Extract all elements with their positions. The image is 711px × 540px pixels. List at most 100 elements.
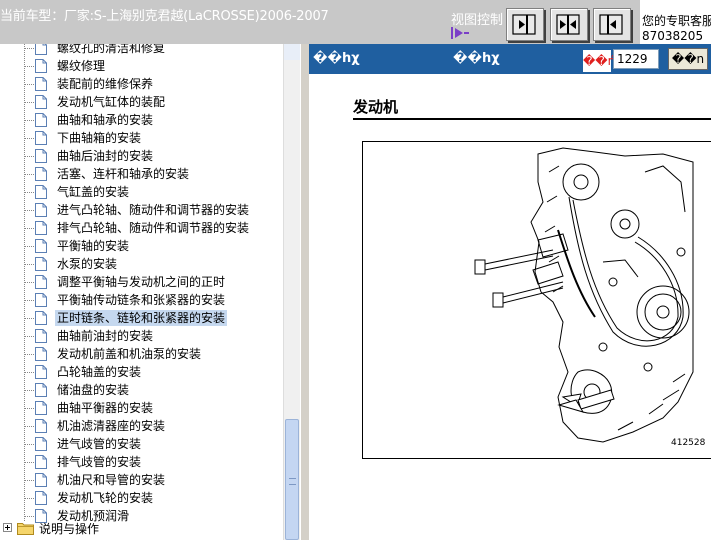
tree-item-label: 正时链条、链轮和张紧器的安装 [55,310,228,326]
customer-service-label: 您的专职客服 [642,14,711,28]
expand-plus-icon[interactable] [3,523,12,532]
tree-connector-branch [25,408,34,409]
tree-item[interactable]: 发动机气缸体的装配 [0,93,283,111]
document-area: 发动机 412528 [309,74,711,540]
tree-item[interactable]: 发动机前盖和机油泵的安装 [0,345,283,363]
tree-connector-branch [25,174,34,175]
document-icon [35,419,47,433]
show-left-panel-button[interactable] [506,8,544,41]
tree-item[interactable]: 曲轴平衡器的安装 [0,399,283,417]
document-icon [35,257,47,271]
tree-item[interactable]: 平衡轴传动链条和张紧器的安装 [0,291,283,309]
tree-item-label: 凸轮轴盖的安装 [57,365,142,379]
tree-item[interactable]: 装配前的维修保养 [0,75,283,93]
page-number-input[interactable] [613,49,659,69]
tree-item[interactable]: 曲轴和轴承的安装 [0,111,283,129]
tree-item[interactable]: 水泵的安装 [0,255,283,273]
content-toolbar: ��hχ ��hχ ��ή ��n [309,44,711,74]
tree-item-label: 曲轴前油封的安装 [57,329,154,343]
show-both-panels-button[interactable] [550,8,588,41]
go-to-page-button[interactable]: ��n [668,48,708,70]
tree-item[interactable]: 机油滤清器座的安装 [0,417,283,435]
tree-item-label: 调整平衡轴与发动机之间的正时 [57,275,226,289]
tree-connector-branch [25,300,34,301]
document-icon [35,239,47,253]
tree-item[interactable]: 排气歧管的安装 [0,453,283,471]
document-icon [35,77,47,91]
document-icon [35,437,47,451]
document-icon [35,455,47,469]
tree-connector-branch [25,192,34,193]
tree-item[interactable]: 调整平衡轴与发动机之间的正时 [0,273,283,291]
figure-number: 412528 [671,438,706,448]
tree-connector-branch [25,66,34,67]
tree-item[interactable]: 气缸盖的安装 [0,183,283,201]
tree-item-label: 活塞、连杆和轴承的安装 [57,167,190,181]
tree-connector-branch [25,318,34,319]
tree-item-label: 发动机气缸体的装配 [57,95,166,109]
tree-item[interactable]: 机油尺和导管的安装 [0,471,283,489]
toolbar-middle-link[interactable]: ��hχ [453,51,500,66]
tree-item-label: 螺纹孔的清洁和修复 [57,44,166,55]
tree-item[interactable]: 螺纹孔的清洁和修复 [0,44,283,57]
tree-item[interactable]: 曲轴后油封的安装 [0,147,283,165]
tree-item[interactable]: 螺纹修理 [0,57,283,75]
tree-connector-branch [25,444,34,445]
section-title: 发动机 [353,98,399,116]
document-icon [35,383,47,397]
document-icon [35,203,47,217]
engine-figure: 412528 [362,141,711,459]
tree-connector-branch [25,84,34,85]
show-right-panel-button[interactable] [593,8,631,41]
tree-item[interactable]: 储油盘的安装 [0,381,283,399]
tree-item-label: 机油尺和导管的安装 [57,473,166,487]
tree-connector-branch [25,498,34,499]
tree-item[interactable]: 进气歧管的安装 [0,435,283,453]
tree-item[interactable]: 活塞、连杆和轴承的安装 [0,165,283,183]
tree-item[interactable]: 平衡轴的安装 [0,237,283,255]
tree-item-label: 装配前的维修保养 [57,77,154,91]
tree-item[interactable]: 下曲轴箱的安装 [0,129,283,147]
document-icon [35,293,47,307]
document-icon [35,95,47,109]
scroll-thumb[interactable] [285,419,299,540]
tree-item-label: 气缸盖的安装 [57,185,130,199]
tree-connector-branch [25,480,34,481]
toolbar-left-link[interactable]: ��hχ [313,51,360,66]
document-icon [35,167,47,181]
tree-connector-branch [25,390,34,391]
page-number-label: ��ή [583,50,615,72]
scroll-up-arrow-icon[interactable] [284,44,300,60]
document-icon [35,365,47,379]
scroll-grip-icon [289,478,296,485]
tree-folder-instructions[interactable]: 说明与操作 [0,518,283,538]
document-icon [35,275,47,289]
tree-item-label: 储油盘的安装 [57,383,130,397]
view-control-icon [451,27,469,39]
tree-item[interactable]: 曲轴前油封的安装 [0,327,283,345]
document-icon [35,311,47,325]
document-icon [35,329,47,343]
current-car-model-title: 当前车型：厂家:S-上海别克君越(LaCROSSE)2006-2007 [0,9,329,24]
customer-service-info: 您的专职客服 87038205 [640,0,711,44]
folder-icon [17,523,34,535]
arrows-center-icon [556,14,580,35]
tree-scrollbar[interactable] [283,44,300,540]
tree-connector-branch [25,210,34,211]
tree-connector-branch [25,462,34,463]
tree-item-label: 排气凸轮轴、随动件和调节器的安装 [57,221,250,235]
document-icon [35,113,47,127]
tree-item[interactable]: 正时链条、链轮和张紧器的安装 [0,309,283,327]
view-control-label: 视图控制 [451,13,504,28]
tree-item[interactable]: 发动机飞轮的安装 [0,489,283,507]
tree-item[interactable]: 进气凸轮轴、随动件和调节器的安装 [0,201,283,219]
arrow-left-to-bar-icon [599,14,623,35]
document-icon [35,221,47,235]
document-icon [35,131,47,145]
tree-item[interactable]: 排气凸轮轴、随动件和调节器的安装 [0,219,283,237]
arrow-right-to-bar-icon [512,14,536,35]
tree-item[interactable]: 凸轮轴盖的安装 [0,363,283,381]
tree-item-label: 曲轴和轴承的安装 [57,113,154,127]
panel-divider[interactable] [300,44,309,540]
tree-connector-branch [25,228,34,229]
